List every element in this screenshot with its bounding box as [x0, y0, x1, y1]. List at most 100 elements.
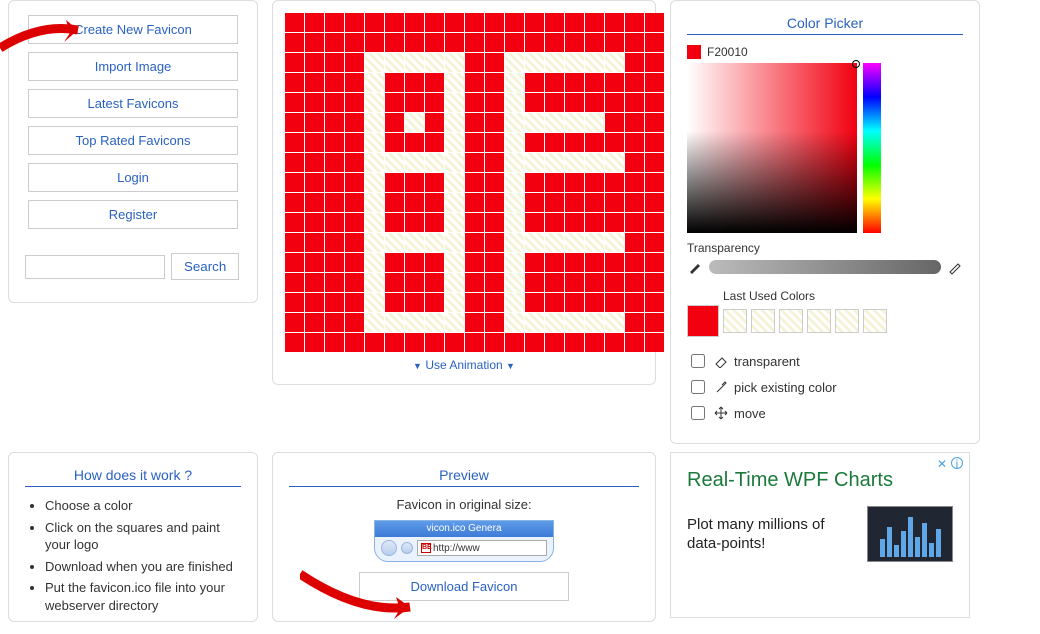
pixel[interactable]: [625, 253, 644, 272]
pixel[interactable]: [365, 293, 384, 312]
pixel[interactable]: [445, 133, 464, 152]
pixel[interactable]: [565, 133, 584, 152]
pixel[interactable]: [285, 173, 304, 192]
pixel[interactable]: [465, 133, 484, 152]
last-color-2[interactable]: [751, 309, 775, 333]
pixel[interactable]: [365, 333, 384, 352]
pixel[interactable]: [425, 213, 444, 232]
pixel[interactable]: [645, 213, 664, 232]
pixel[interactable]: [365, 173, 384, 192]
pixel[interactable]: [385, 273, 404, 292]
pixel[interactable]: [285, 13, 304, 32]
pixel[interactable]: [485, 253, 504, 272]
nav-import-image[interactable]: Import Image: [28, 52, 238, 81]
pixel[interactable]: [325, 213, 344, 232]
pixel[interactable]: [465, 293, 484, 312]
pixel[interactable]: [285, 213, 304, 232]
download-button[interactable]: Download Favicon: [359, 572, 569, 601]
pixel[interactable]: [525, 233, 544, 252]
pixel[interactable]: [585, 313, 604, 332]
pixel[interactable]: [605, 113, 624, 132]
pixel[interactable]: [585, 13, 604, 32]
pixel[interactable]: [385, 333, 404, 352]
pixel[interactable]: [345, 193, 364, 212]
pixel[interactable]: [465, 113, 484, 132]
pixel[interactable]: [465, 273, 484, 292]
pixel[interactable]: [545, 213, 564, 232]
pixel[interactable]: [585, 173, 604, 192]
pixel[interactable]: [385, 13, 404, 32]
pixel[interactable]: [365, 73, 384, 92]
pixel[interactable]: [545, 333, 564, 352]
pixel[interactable]: [305, 33, 324, 52]
pixel[interactable]: [425, 173, 444, 192]
pixel[interactable]: [605, 173, 624, 192]
pixel[interactable]: [465, 33, 484, 52]
pixel[interactable]: [425, 13, 444, 32]
pixel[interactable]: [425, 33, 444, 52]
pixel[interactable]: [625, 193, 644, 212]
pixel[interactable]: [305, 193, 324, 212]
pixel[interactable]: [325, 313, 344, 332]
pixel[interactable]: [605, 33, 624, 52]
pixel[interactable]: [425, 273, 444, 292]
pixel[interactable]: [325, 113, 344, 132]
pixel[interactable]: [525, 53, 544, 72]
pixel[interactable]: [405, 133, 424, 152]
pixel[interactable]: [485, 193, 504, 212]
pixel[interactable]: [465, 313, 484, 332]
pixel[interactable]: [485, 333, 504, 352]
pixel[interactable]: [505, 253, 524, 272]
pixel[interactable]: [445, 73, 464, 92]
opt-move[interactable]: move: [687, 403, 963, 423]
pixel[interactable]: [565, 193, 584, 212]
hue-slider[interactable]: [863, 63, 881, 233]
pixel[interactable]: [365, 273, 384, 292]
pixel[interactable]: [525, 93, 544, 112]
pixel[interactable]: [545, 133, 564, 152]
pixel[interactable]: [625, 113, 644, 132]
pixel[interactable]: [485, 13, 504, 32]
ad-info-icon[interactable]: i: [951, 457, 963, 469]
pixel[interactable]: [605, 313, 624, 332]
pixel[interactable]: [285, 53, 304, 72]
pixel[interactable]: [485, 33, 504, 52]
pixel[interactable]: [465, 333, 484, 352]
pixel[interactable]: [285, 253, 304, 272]
pixel[interactable]: [305, 13, 324, 32]
pixel[interactable]: [465, 13, 484, 32]
pixel[interactable]: [505, 33, 524, 52]
pixel[interactable]: [625, 53, 644, 72]
pixel[interactable]: [445, 313, 464, 332]
pixel[interactable]: [545, 233, 564, 252]
pixel[interactable]: [585, 213, 604, 232]
pixel[interactable]: [485, 133, 504, 152]
pixel[interactable]: [285, 333, 304, 352]
pixel[interactable]: [645, 313, 664, 332]
pixel[interactable]: [645, 253, 664, 272]
transparency-slider[interactable]: [709, 260, 941, 274]
pixel[interactable]: [585, 293, 604, 312]
pixel[interactable]: [445, 153, 464, 172]
pixel[interactable]: [525, 213, 544, 232]
pixel[interactable]: [505, 233, 524, 252]
pixel[interactable]: [365, 53, 384, 72]
pixel[interactable]: [525, 13, 544, 32]
pixel[interactable]: [525, 153, 544, 172]
pixel[interactable]: [505, 173, 524, 192]
pixel[interactable]: [345, 313, 364, 332]
pixel[interactable]: [645, 53, 664, 72]
pixel[interactable]: [445, 33, 464, 52]
pixel[interactable]: [505, 93, 524, 112]
pixel[interactable]: [445, 113, 464, 132]
pixel[interactable]: [645, 33, 664, 52]
pixel[interactable]: [565, 113, 584, 132]
pixel[interactable]: [365, 213, 384, 232]
pixel[interactable]: [325, 33, 344, 52]
pixel[interactable]: [565, 273, 584, 292]
pixel[interactable]: [305, 93, 324, 112]
pixel[interactable]: [405, 333, 424, 352]
pixel[interactable]: [505, 73, 524, 92]
pixel[interactable]: [485, 73, 504, 92]
pixel[interactable]: [605, 293, 624, 312]
